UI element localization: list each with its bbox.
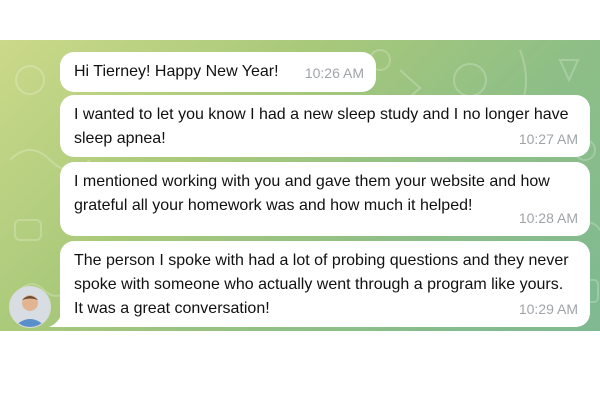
message-bubble[interactable]: I mentioned working with you and gave th… (60, 162, 590, 236)
message-text: I wanted to let you know I had a new sle… (74, 106, 569, 147)
message-bubble[interactable]: Hi Tierney! Happy New Year! 10:26 AM (60, 52, 376, 92)
message-timestamp: 10:28 AM (518, 210, 578, 226)
message-bubble[interactable]: The person I spoke with had a lot of pro… (60, 241, 590, 327)
message-text: The person I spoke with had a lot of pro… (74, 252, 569, 317)
message-text: I mentioned working with you and gave th… (74, 173, 550, 214)
message-bubble[interactable]: I wanted to let you know I had a new sle… (60, 95, 590, 157)
message-timestamp: 10:29 AM (518, 301, 578, 317)
bubble-tail (49, 311, 63, 327)
person-icon (10, 287, 50, 327)
message-timestamp: 10:27 AM (518, 131, 578, 147)
message-timestamp: 10:26 AM (304, 65, 364, 81)
user-avatar[interactable] (9, 286, 51, 328)
